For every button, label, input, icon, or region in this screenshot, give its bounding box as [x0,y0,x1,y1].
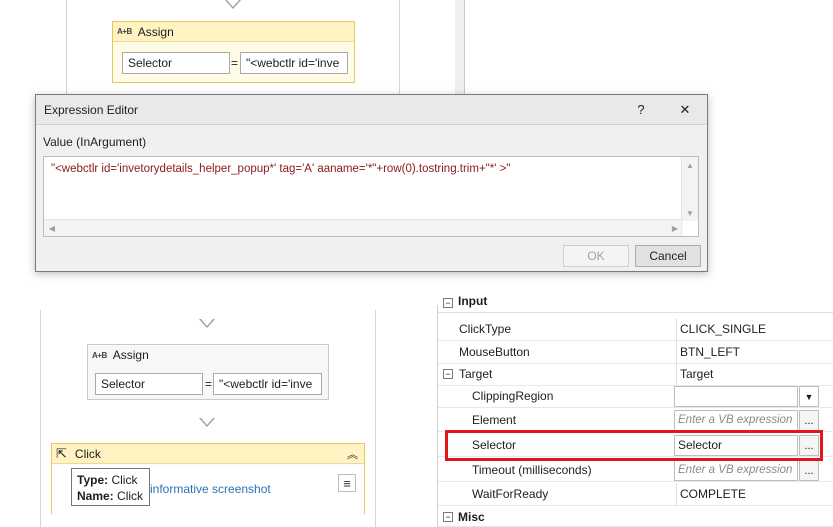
panel-splitter[interactable] [455,0,465,100]
click-title: Click [74,446,101,461]
prop-row-clippingregion[interactable]: ClippingRegion ▼ [438,385,833,408]
assign-to-field[interactable]: Selector [95,373,203,395]
flow-arrow-icon [199,319,215,328]
activity-tooltip: Type: Click Name: Click [71,468,150,506]
prop-row-waitforready[interactable]: WaitForReady COMPLETE [438,483,833,506]
assign-icon: A+B [117,27,132,36]
prop-name: WaitForReady [472,487,549,501]
cursor-icon: ⇱ [56,445,67,461]
prop-name: Target [459,367,493,381]
ellipsis-button[interactable]: ... [799,410,819,431]
dialog-title-bar: Expression Editor ? ✕ [36,95,707,125]
scroll-down-icon[interactable]: ▼ [682,205,698,221]
expression-editor-dialog: Expression Editor ? ✕ Value (InArgument)… [35,94,708,272]
prop-value[interactable]: Enter a VB expression [674,410,798,431]
assign-title: Assign [137,24,174,39]
prop-row-clicktype[interactable]: ClickType CLICK_SINGLE [438,318,833,341]
collapse-icon[interactable]: − [443,512,453,522]
tooltip-type-value: Click [111,473,138,487]
equals-sign: = [231,56,239,70]
ok-button[interactable]: OK [563,245,629,267]
selector-highlight-box [445,430,823,461]
prop-row-timeout[interactable]: Timeout (milliseconds) Enter a VB expres… [438,459,833,482]
prop-name: Element [472,413,517,427]
vertical-scrollbar[interactable]: ▲ ▼ [681,157,698,221]
horizontal-scrollbar[interactable]: ◀ ▶ [44,219,683,236]
tooltip-type-label: Type: [77,473,109,487]
section-misc[interactable]: − Misc [438,506,833,527]
collapse-icon[interactable]: ︽ [347,446,358,462]
prop-value[interactable]: COMPLETE [676,483,820,505]
section-input[interactable]: − Input [438,294,833,313]
prop-name: MouseButton [459,345,530,359]
assign-activity-bottom[interactable]: A+B Assign Selector = "<webctlr id='inve [87,344,329,400]
prop-value[interactable]: BTN_LEFT [676,341,820,363]
assign-icon: A+B [92,350,107,360]
scroll-left-icon[interactable]: ◀ [44,220,60,236]
properties-panel: − Input ClickType CLICK_SINGLE MouseButt… [437,294,833,527]
value-label: Value (InArgument) [43,135,147,149]
tooltip-name-value: Click [117,489,144,503]
help-button[interactable]: ? [619,95,663,125]
collapse-icon[interactable]: − [443,369,453,379]
cancel-button[interactable]: Cancel [635,245,701,267]
prop-name: Timeout (milliseconds) [472,463,592,477]
informative-screenshot-link[interactable]: informative screenshot [150,482,271,496]
section-misc-label: Misc [458,510,485,524]
prop-value[interactable]: CLICK_SINGLE [676,318,820,340]
assign-to-field[interactable]: Selector [122,52,230,74]
menu-icon[interactable]: ≡ [338,474,356,492]
tooltip-name-label: Name: [77,489,114,503]
prop-row-element[interactable]: Element Enter a VB expression ... [438,409,833,432]
flow-arrow-icon [225,0,241,9]
assign-value-field[interactable]: "<webctlr id='inve [240,52,348,74]
prop-row-target[interactable]: − Target Target [438,363,833,386]
assign-value-field[interactable]: "<webctlr id='inve [213,373,322,395]
flow-arrow-icon [199,418,215,427]
expression-textarea[interactable]: "<webctlr id='invetorydetails_helper_pop… [43,156,699,237]
assign-activity-top[interactable]: A+B Assign Selector = "<webctlr id='inve [112,21,355,83]
prop-value[interactable]: Enter a VB expression [674,460,798,481]
ellipsis-button[interactable]: ... [799,460,819,481]
collapse-icon[interactable]: − [443,298,453,308]
chevron-down-icon[interactable]: ▼ [799,386,819,407]
assign-title: Assign [112,348,149,362]
prop-value[interactable] [674,386,798,407]
scroll-up-icon[interactable]: ▲ [682,157,698,173]
section-input-label: Input [458,294,488,308]
prop-row-mousebutton[interactable]: MouseButton BTN_LEFT [438,341,833,364]
prop-value[interactable]: Target [676,363,820,385]
close-button[interactable]: ✕ [663,95,707,125]
expression-text[interactable]: "<webctlr id='invetorydetails_helper_pop… [51,163,510,175]
dialog-title: Expression Editor [44,102,139,117]
prop-name: ClippingRegion [472,389,554,403]
prop-name: ClickType [459,322,512,336]
equals-sign: = [205,377,213,391]
scroll-right-icon[interactable]: ▶ [667,220,683,236]
